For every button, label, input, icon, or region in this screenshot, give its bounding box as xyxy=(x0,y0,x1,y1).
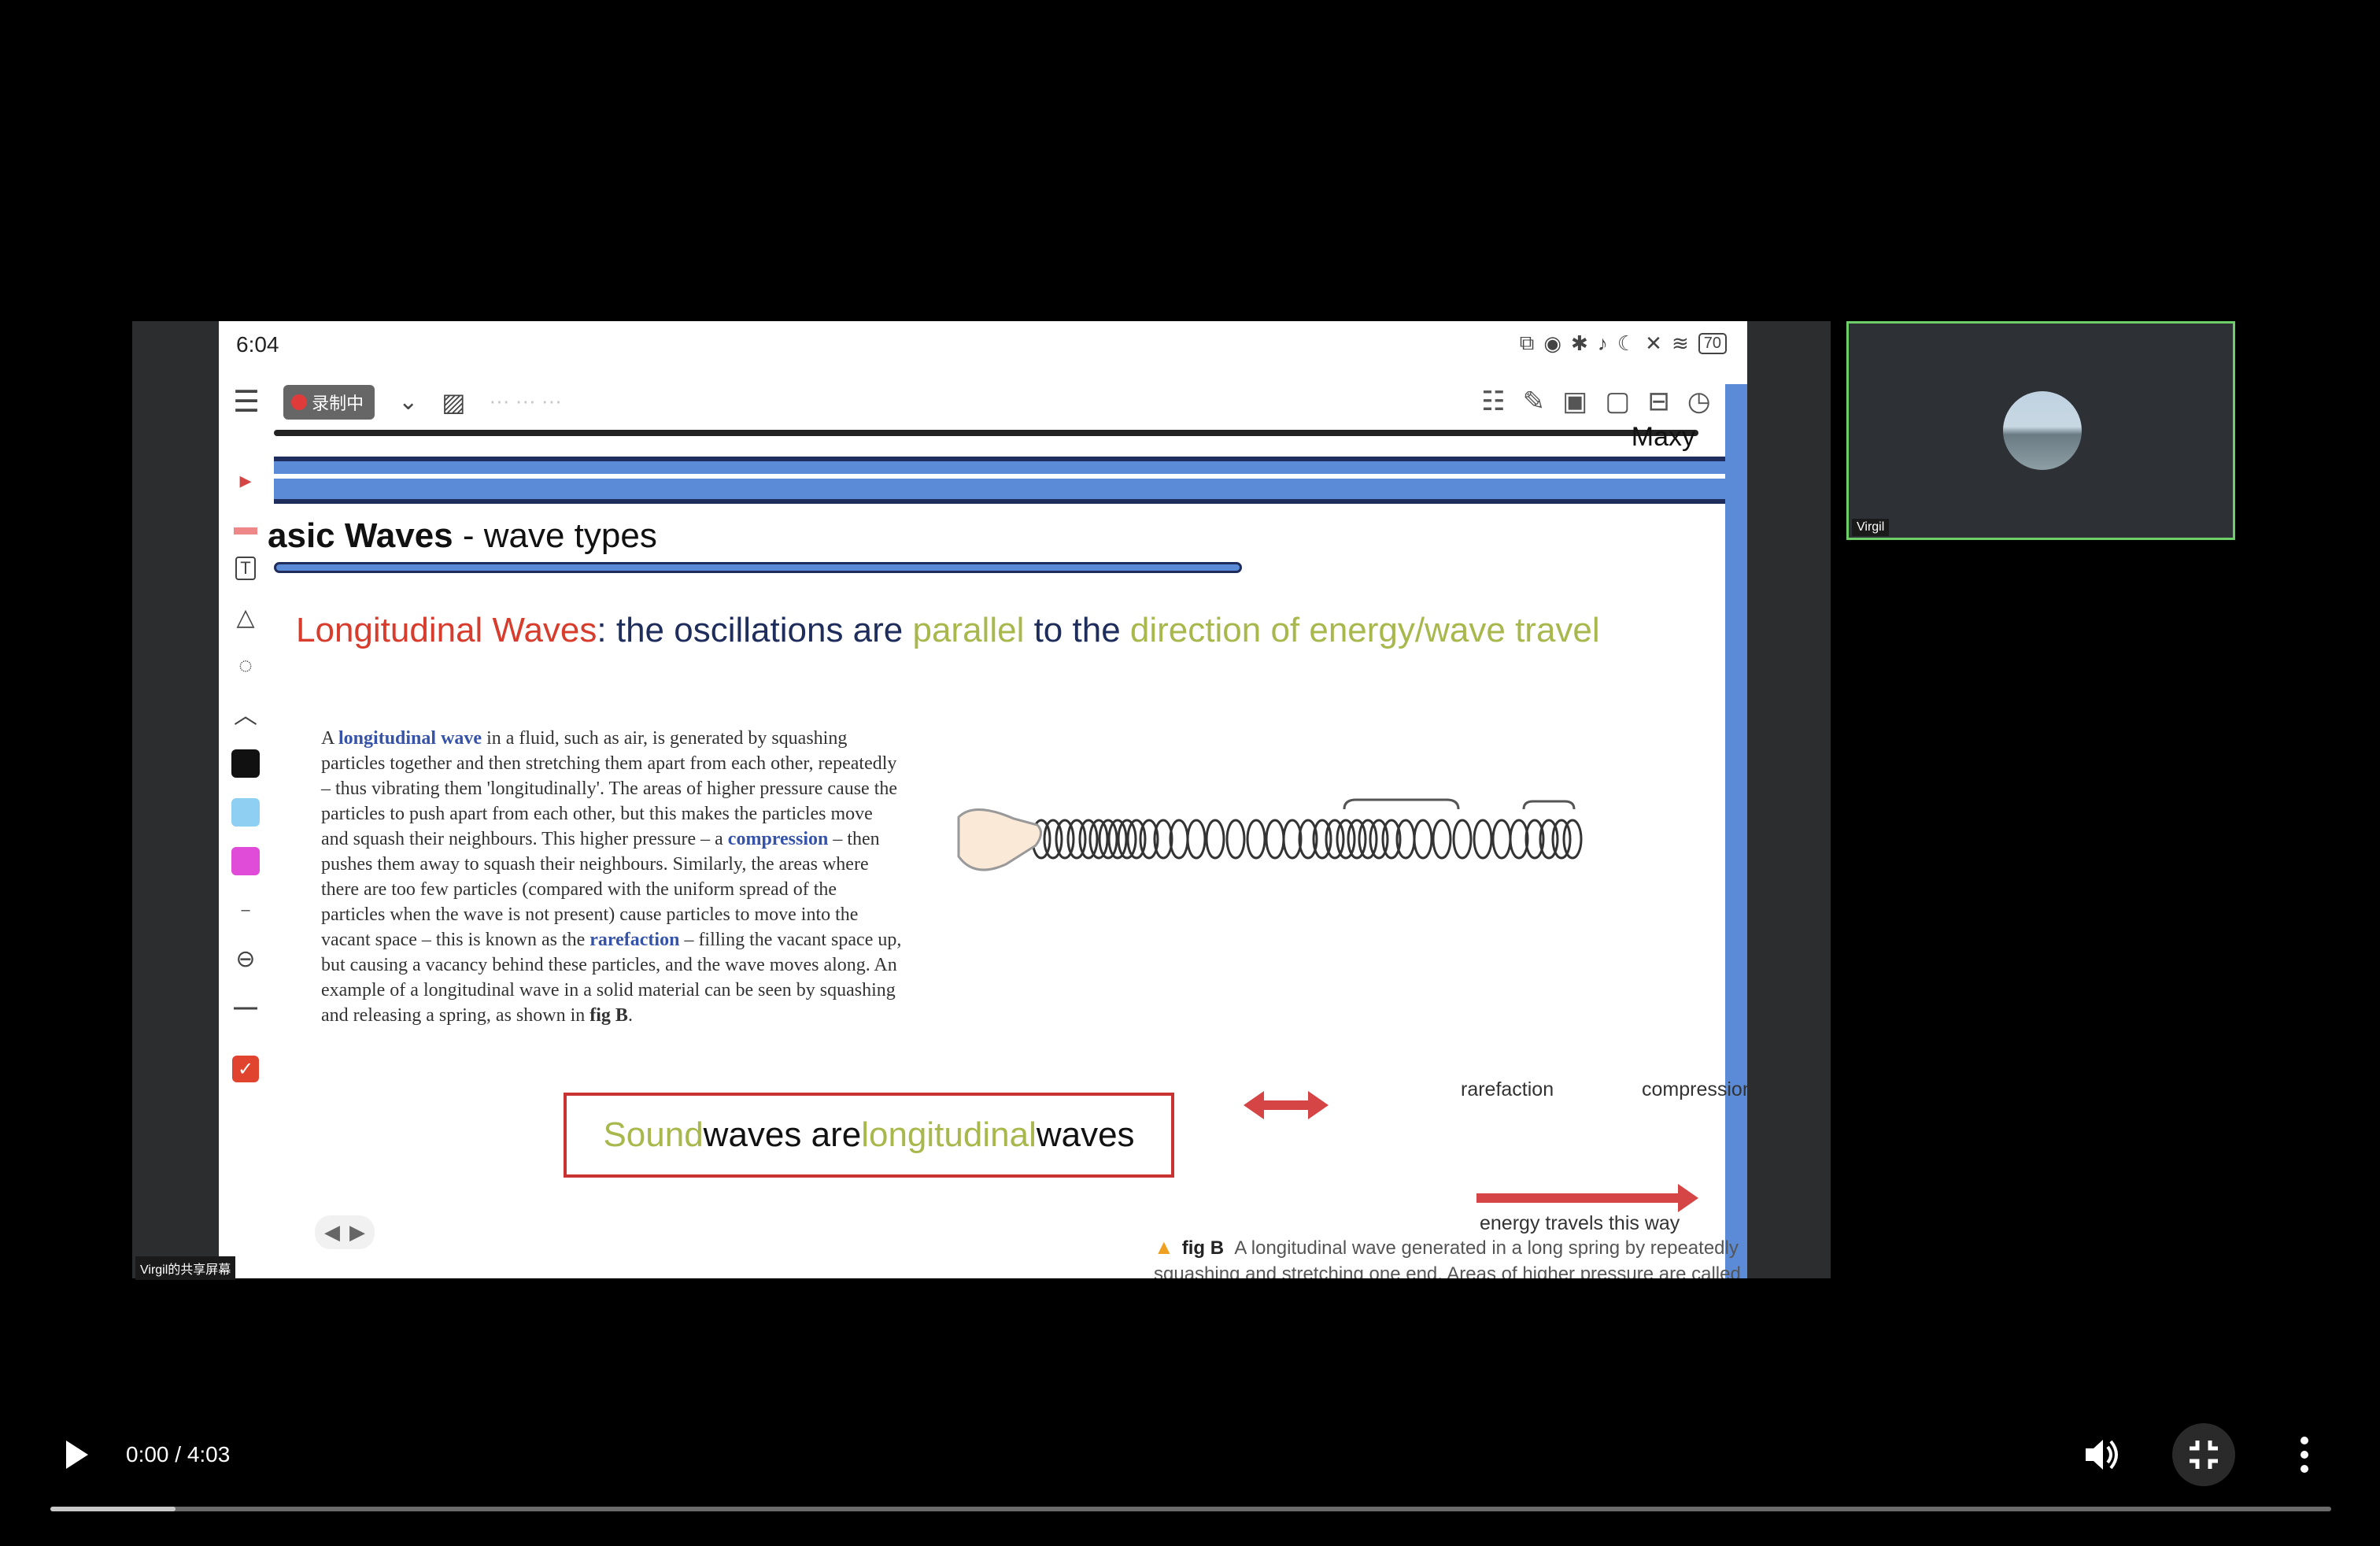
keyword-compression: compression xyxy=(727,829,829,849)
status-icons: ⧉ ◉ ✱ ♪ ☾ ✕ ≋ 70 xyxy=(1520,331,1727,356)
progress-bar[interactable] xyxy=(50,1507,2331,1511)
user-name-label: Maxy xyxy=(1631,422,1695,452)
keyword-rarefaction: rarefaction xyxy=(589,930,680,950)
mic-icon: ♪ xyxy=(1597,331,1608,355)
participant-avatar xyxy=(2003,391,2082,470)
status-time: 6:04 xyxy=(236,332,279,357)
lasso-select-icon[interactable]: ◌ xyxy=(228,649,263,683)
spring-illustration xyxy=(957,798,1583,871)
page-navigation: ◀ ▶ xyxy=(315,1215,375,1249)
playback-time: 0:00 / 4:03 xyxy=(126,1442,231,1466)
caption-triangle-icon: ▲ xyxy=(1154,1235,1174,1259)
header-band xyxy=(274,457,1747,504)
wifi-icon: ≋ xyxy=(1671,331,1689,355)
mute-icon: ✕ xyxy=(1645,331,1662,355)
previous-page-icon[interactable]: ◀ xyxy=(324,1220,340,1245)
label-energy-travels: energy travels this way xyxy=(1480,1212,1680,1234)
energy-arrow-head-icon xyxy=(1678,1184,1698,1212)
energy-arrow xyxy=(1476,1193,1681,1203)
cast-icon: ⧉ xyxy=(1519,331,1535,354)
list-icon[interactable]: ☷ xyxy=(1481,386,1505,417)
slide-title-bold: asic Waves xyxy=(268,516,453,555)
clock-icon[interactable]: ◷ xyxy=(1687,386,1711,417)
video-player-controls: 0:00 / 4:03 xyxy=(0,1401,2380,1546)
slide-title: asic Waves - wave types xyxy=(268,516,657,556)
more-options-button[interactable] xyxy=(2279,1429,2330,1480)
label-compression: compression xyxy=(1642,1078,1747,1100)
text-tool-icon[interactable]: T xyxy=(228,551,263,586)
recording-indicator[interactable]: 录制中 xyxy=(283,384,375,420)
marker-red-icon[interactable]: ▸ xyxy=(228,463,263,497)
color-black-swatch[interactable] xyxy=(228,746,263,781)
heading-parallel: parallel xyxy=(912,611,1025,649)
chevron-up-icon[interactable]: ︿ xyxy=(228,696,263,730)
frame-top-rule xyxy=(274,430,1698,436)
exit-fullscreen-button[interactable] xyxy=(2172,1423,2235,1486)
callout-text: waves are xyxy=(703,1115,862,1154)
screen-sharer-label: Virgil的共享屏幕 xyxy=(135,1256,236,1280)
caption-label: fig B xyxy=(1181,1237,1225,1259)
right-frame-rail xyxy=(1725,384,1747,1278)
page-icon[interactable]: ▢ xyxy=(1605,386,1630,417)
heading-text: : the oscillations are xyxy=(597,611,913,649)
body-text-1: A xyxy=(321,728,339,749)
participant-tile[interactable]: Virgil xyxy=(1846,321,2235,540)
volume-icon xyxy=(2086,1440,2118,1470)
battery-indicator: 70 xyxy=(1698,332,1727,354)
ai-icon[interactable]: ▣ xyxy=(1562,386,1587,417)
status-bar: 6:04 ⧉ ◉ ✱ ♪ ☾ ✕ ≋ 70 xyxy=(219,321,1747,375)
next-page-icon[interactable]: ▶ xyxy=(349,1220,365,1245)
chevron-down-icon[interactable]: ⌄ xyxy=(398,388,418,416)
exit-fullscreen-icon xyxy=(2190,1441,2218,1469)
heading-longitudinal: Longitudinal Waves xyxy=(296,611,597,649)
keyword-longitudinal-wave: longitudinal wave xyxy=(338,728,482,749)
shared-tablet-screen: 6:04 ⧉ ◉ ✱ ♪ ☾ ✕ ≋ 70 ☰ 录制中 ⌄ ▨ ⋯ ⋯ ⋯ ☷ … xyxy=(219,321,1747,1278)
figure-caption: ▲ fig B A longitudinal wave generated in … xyxy=(1154,1234,1747,1278)
heading-direction: direction of energy/wave travel xyxy=(1129,611,1600,649)
keyword-fig-b: fig B xyxy=(589,1005,628,1026)
body-text-5: . xyxy=(627,1005,633,1026)
callout-waves: waves xyxy=(1036,1115,1135,1154)
menu-icon[interactable]: ☰ xyxy=(233,384,260,420)
sound-waves-callout: Sound waves are longitudinal waves xyxy=(564,1093,1174,1178)
thick-stroke-icon[interactable]: — xyxy=(228,990,263,1025)
more-vertical-icon xyxy=(2301,1437,2308,1473)
callout-sound: Sound xyxy=(603,1115,704,1154)
eye-icon: ◉ xyxy=(1543,331,1562,355)
play-button[interactable] xyxy=(57,1436,94,1474)
top-double-arrow xyxy=(1262,1100,1310,1110)
note-app-toolbar: ☰ 录制中 ⌄ ▨ ⋯ ⋯ ⋯ ☷ ✎ ▣ ▢ ⊟ ◷ ⚙ xyxy=(219,376,1747,433)
image-icon[interactable]: ▨ xyxy=(442,387,465,417)
color-lightblue-swatch[interactable] xyxy=(228,795,263,830)
highlighter-icon[interactable]: ▬ xyxy=(228,510,263,545)
arrow-head-left-icon xyxy=(1244,1091,1264,1119)
checkbox-icon[interactable]: ✓ xyxy=(228,1052,263,1086)
color-magenta-swatch[interactable] xyxy=(228,844,263,878)
shapes-icon[interactable]: △ xyxy=(228,600,263,634)
volume-button[interactable] xyxy=(2076,1429,2127,1480)
callout-longitudinal: longitudinal xyxy=(861,1115,1037,1154)
play-icon xyxy=(66,1441,88,1469)
recording-label: 录制中 xyxy=(312,393,364,413)
progress-buffered xyxy=(50,1507,176,1511)
drawing-tools-sidebar: ▸ ▬ T △ ◌ ︿ – ⊖ — ✓ xyxy=(219,447,274,1278)
medium-stroke-icon[interactable]: ⊖ xyxy=(228,941,263,976)
bluetooth-icon: ✱ xyxy=(1571,331,1588,355)
body-paragraph: A longitudinal wave in a fluid, such as … xyxy=(321,726,904,1028)
label-rarefaction: rarefaction xyxy=(1461,1078,1554,1100)
search-document-icon[interactable]: ⊟ xyxy=(1647,386,1670,417)
slide-heading: Longitudinal Waves: the oscillations are… xyxy=(296,611,1600,650)
title-underline xyxy=(274,562,1242,573)
pen-icon[interactable]: ✎ xyxy=(1523,386,1546,417)
caption-text: A longitudinal wave generated in a long … xyxy=(1154,1237,1741,1278)
heading-text-2: to the xyxy=(1024,611,1130,649)
participant-name: Virgil xyxy=(1852,519,1890,536)
record-dot-icon xyxy=(291,394,308,410)
faint-toolbar-placeholder: ⋯ ⋯ ⋯ xyxy=(489,390,562,413)
moon-icon: ☾ xyxy=(1617,331,1636,355)
thin-stroke-icon[interactable]: – xyxy=(228,893,263,927)
slide-title-rest: - wave types xyxy=(453,516,657,555)
arrow-head-right-icon xyxy=(1308,1091,1329,1119)
